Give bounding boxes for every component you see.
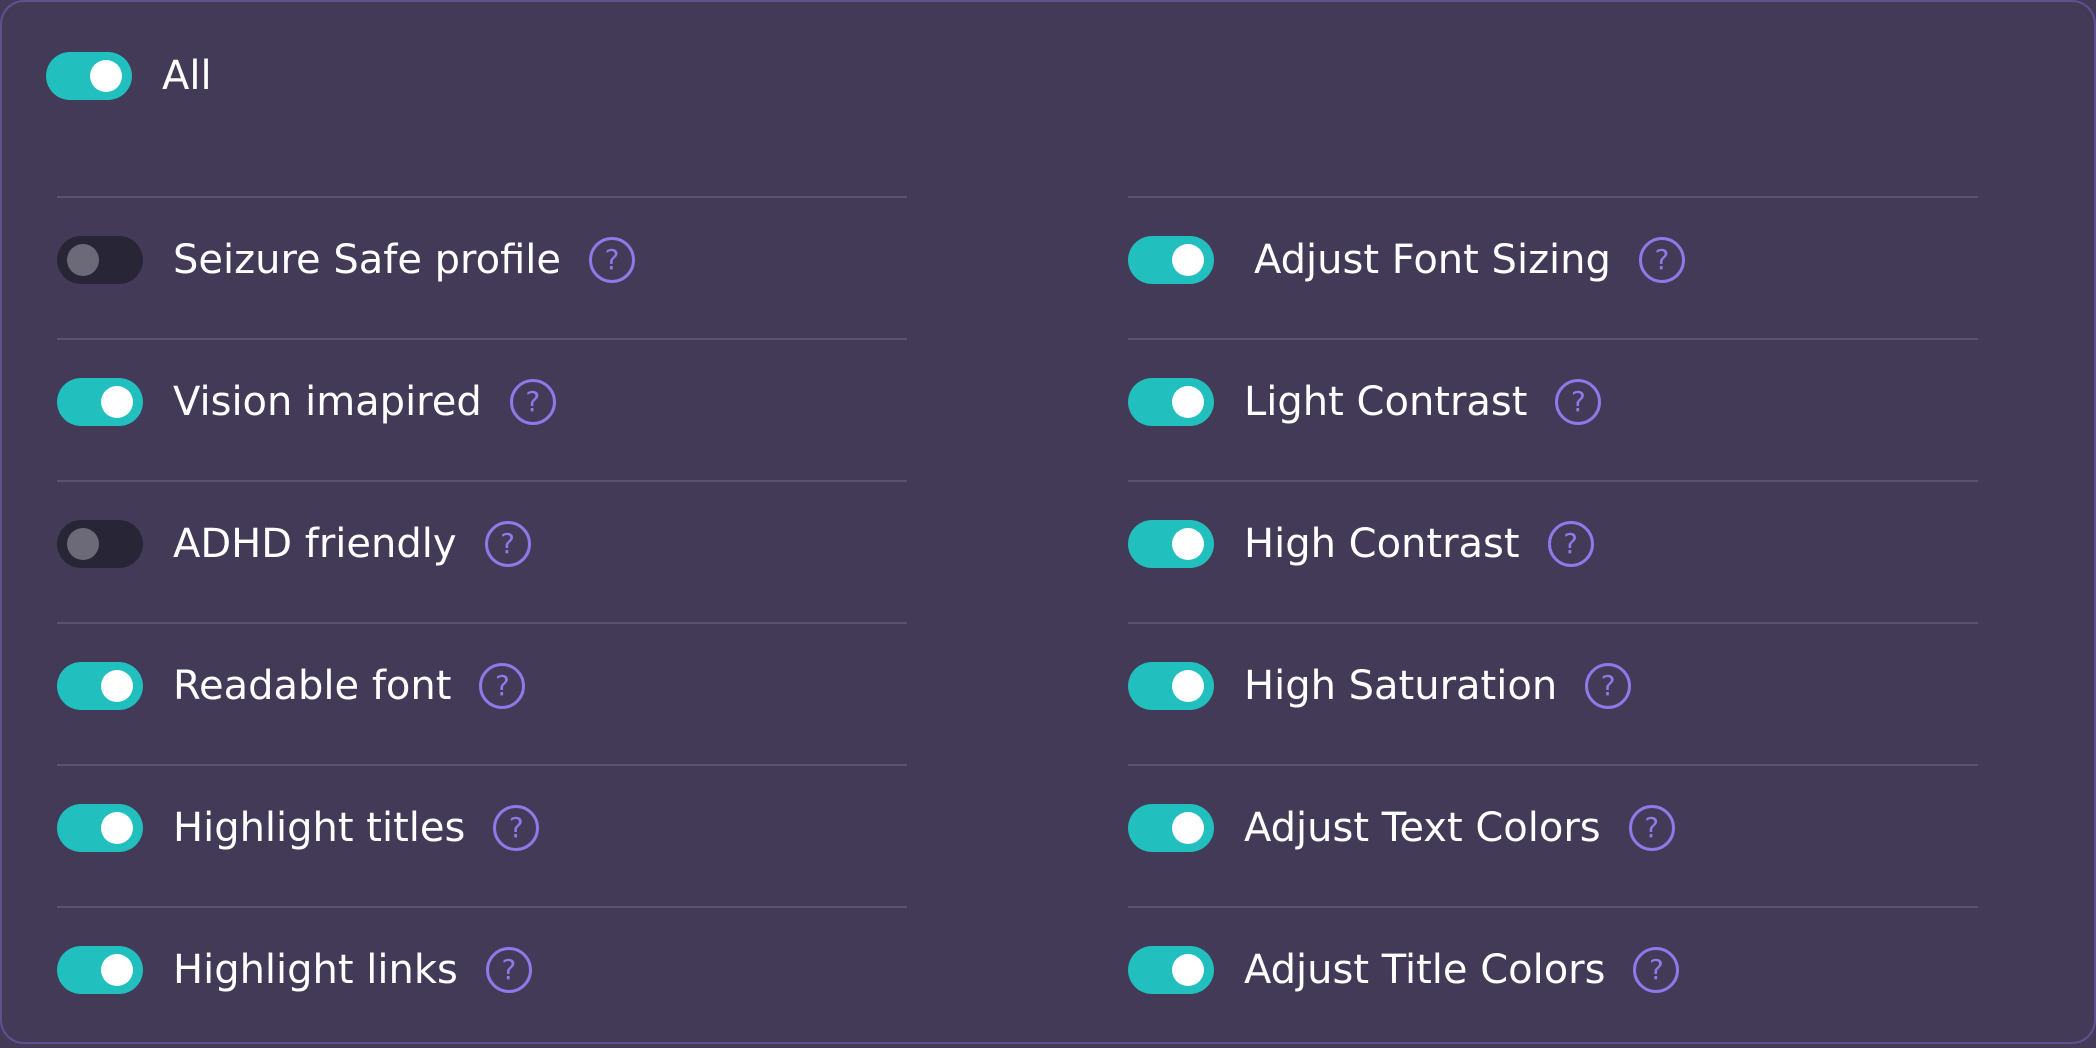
seizure-safe-label: Seizure Safe profile	[173, 237, 562, 283]
feature-row-highlight-titles: Highlight titles ?	[57, 764, 907, 906]
toggle-knob	[1172, 954, 1204, 986]
high-contrast-toggle[interactable]	[1128, 520, 1214, 568]
help-icon[interactable]: ?	[1555, 379, 1602, 425]
highlight-links-label: Highlight links	[173, 947, 458, 993]
toggle-knob	[1172, 386, 1204, 418]
toggle-knob	[101, 670, 133, 702]
toggle-knob	[1172, 670, 1204, 702]
help-icon[interactable]: ?	[509, 379, 556, 425]
vision-impaired-toggle[interactable]	[57, 378, 143, 426]
feature-row-vision-impaired: Vision imapired ?	[57, 338, 907, 480]
adjust-title-colors-toggle[interactable]	[1128, 946, 1214, 994]
right-column: Adjust Font Sizing ? Light Contrast ? Hi…	[1128, 196, 1978, 1048]
help-icon[interactable]: ?	[1628, 805, 1675, 851]
toggle-knob	[101, 954, 133, 986]
toggle-knob	[101, 812, 133, 844]
all-label: All	[162, 53, 212, 99]
light-contrast-label: Light Contrast	[1244, 379, 1528, 425]
help-icon[interactable]: ?	[1633, 947, 1680, 993]
adhd-friendly-toggle[interactable]	[57, 520, 143, 568]
highlight-links-toggle[interactable]	[57, 946, 143, 994]
feature-row-highlight-links: Highlight links ?	[57, 906, 907, 1048]
all-toggle[interactable]	[46, 52, 132, 100]
vision-impaired-label: Vision imapired	[173, 379, 482, 425]
help-icon[interactable]: ?	[1547, 521, 1594, 567]
help-icon[interactable]: ?	[589, 237, 636, 283]
adjust-text-colors-toggle[interactable]	[1128, 804, 1214, 852]
seizure-safe-toggle[interactable]	[57, 236, 143, 284]
help-icon[interactable]: ?	[479, 663, 526, 709]
feature-row-high-contrast: High Contrast ?	[1128, 480, 1978, 622]
adjust-title-colors-label: Adjust Title Colors	[1244, 947, 1606, 993]
toggle-knob	[1172, 244, 1204, 276]
feature-row-high-saturation: High Saturation ?	[1128, 622, 1978, 764]
readable-font-toggle[interactable]	[57, 662, 143, 710]
feature-row-adjust-title-colors: Adjust Title Colors ?	[1128, 906, 1978, 1048]
toggle-knob	[67, 244, 99, 276]
left-column: Seizure Safe profile ? Vision imapired ?…	[57, 196, 907, 1048]
help-icon[interactable]: ?	[484, 521, 531, 567]
feature-row-adjust-font-sizing: Adjust Font Sizing ?	[1128, 196, 1978, 338]
toggle-knob	[90, 60, 122, 92]
adjust-font-sizing-toggle[interactable]	[1128, 236, 1214, 284]
light-contrast-toggle[interactable]	[1128, 378, 1214, 426]
toggle-knob	[1172, 528, 1204, 560]
help-icon[interactable]: ?	[1585, 663, 1632, 709]
accessibility-profiles-panel: All Seizure Safe profile ? Vision imapir…	[0, 0, 2096, 1044]
highlight-titles-label: Highlight titles	[173, 805, 466, 851]
help-icon[interactable]: ?	[493, 805, 540, 851]
help-icon[interactable]: ?	[1638, 237, 1685, 283]
feature-row-seizure-safe: Seizure Safe profile ?	[57, 196, 907, 338]
toggle-knob	[101, 386, 133, 418]
high-saturation-toggle[interactable]	[1128, 662, 1214, 710]
adhd-friendly-label: ADHD friendly	[173, 521, 457, 567]
help-icon[interactable]: ?	[485, 947, 532, 993]
feature-row-light-contrast: Light Contrast ?	[1128, 338, 1978, 480]
highlight-titles-toggle[interactable]	[57, 804, 143, 852]
high-saturation-label: High Saturation	[1244, 663, 1558, 709]
adjust-font-sizing-label: Adjust Font Sizing	[1254, 237, 1611, 283]
feature-row-readable-font: Readable font ?	[57, 622, 907, 764]
feature-row-adjust-text-colors: Adjust Text Colors ?	[1128, 764, 1978, 906]
high-contrast-label: High Contrast	[1244, 521, 1520, 567]
feature-row-adhd-friendly: ADHD friendly ?	[57, 480, 907, 622]
adjust-text-colors-label: Adjust Text Colors	[1244, 805, 1601, 851]
toggle-knob	[67, 528, 99, 560]
toggle-knob	[1172, 812, 1204, 844]
readable-font-label: Readable font	[173, 663, 452, 709]
